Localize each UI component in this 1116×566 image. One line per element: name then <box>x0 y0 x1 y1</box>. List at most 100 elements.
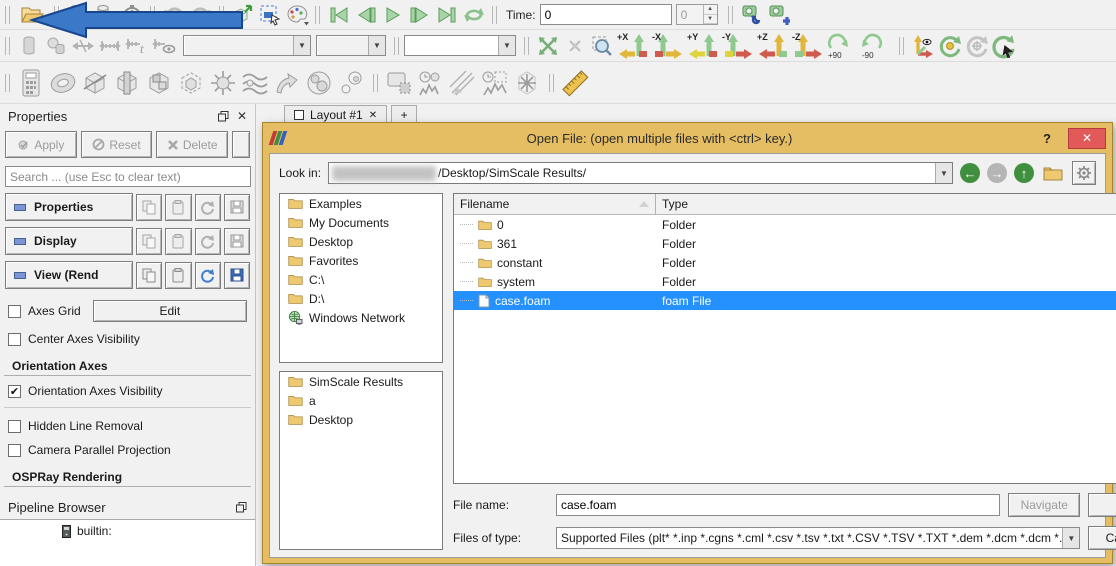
disconnect-server-icon[interactable] <box>91 2 118 28</box>
camera-parallel-projection-checkbox[interactable] <box>8 444 21 457</box>
section-view-button[interactable]: View (Rend <box>5 261 133 289</box>
time-index-spinner[interactable]: 0 ▲▼ <box>676 4 718 25</box>
set-view-plus-x-button[interactable]: +X <box>615 32 650 60</box>
play-icon[interactable] <box>379 2 406 28</box>
first-frame-icon[interactable] <box>325 2 352 28</box>
file-row[interactable]: system Folder <box>454 272 1116 291</box>
close-panel-icon[interactable]: ✕ <box>237 109 247 123</box>
float-pipeline-icon[interactable] <box>236 502 247 513</box>
up-folder-button[interactable]: ↑ <box>1014 163 1034 183</box>
reset-center-icon[interactable] <box>936 33 963 59</box>
place-item-network[interactable]: Windows Network <box>280 308 442 327</box>
float-panel-icon[interactable] <box>218 111 229 122</box>
section-properties-button[interactable]: Properties <box>5 193 133 221</box>
place-item[interactable]: Examples <box>280 194 442 213</box>
recent-list: SimScale Results a Desktop <box>279 371 443 550</box>
set-view-minus-y-button[interactable]: -Y <box>720 32 755 60</box>
place-item[interactable]: C:\ <box>280 270 442 289</box>
camera-add-icon[interactable] <box>765 2 792 28</box>
toolbar-grip[interactable] <box>219 6 224 24</box>
create-folder-icon[interactable] <box>1041 160 1065 186</box>
place-item[interactable]: Favorites <box>280 251 442 270</box>
recent-item[interactable]: SimScale Results <box>280 372 442 391</box>
hidden-line-removal-checkbox[interactable] <box>8 420 21 433</box>
ruler-icon[interactable] <box>559 66 591 100</box>
dialog-close-button[interactable]: ✕ <box>1068 128 1106 149</box>
set-view-minus-z-button[interactable]: -Z <box>790 32 825 60</box>
zoom-closest-icon[interactable] <box>990 33 1017 59</box>
toolbar-grip[interactable] <box>5 74 10 92</box>
toolbar-grip[interactable] <box>5 6 10 24</box>
type-column-header[interactable]: Type <box>656 194 1116 214</box>
set-view-plus-y-button[interactable]: +Y <box>685 32 720 60</box>
axes-grid-checkbox[interactable] <box>8 305 21 318</box>
last-frame-icon[interactable] <box>433 2 460 28</box>
recent-item[interactable]: a <box>280 391 442 410</box>
toolbar-grip[interactable] <box>5 37 10 55</box>
file-row[interactable]: 0 Folder <box>454 215 1116 234</box>
set-view-minus-x-button[interactable]: -X <box>650 32 685 60</box>
orientation-axes-visibility-checkbox[interactable]: ✔ <box>8 385 21 398</box>
look-in-combo[interactable]: /Desktop/SimScale Results/ ▼ <box>328 162 953 184</box>
files-of-type-dropdown-arrow[interactable]: ▼ <box>1062 528 1079 548</box>
toolbar-grip[interactable] <box>524 37 529 55</box>
toolbar-grip[interactable] <box>492 6 497 24</box>
toolbar-grip[interactable] <box>899 37 904 55</box>
center-axes-checkbox[interactable] <box>8 333 21 346</box>
filename-column-header[interactable]: Filename <box>454 194 656 214</box>
file-row[interactable]: 361 Folder <box>454 234 1116 253</box>
toolbar-grip[interactable] <box>728 6 733 24</box>
rotate-90-ccw-button[interactable]: -90 <box>859 32 893 60</box>
toolbar-grip[interactable] <box>315 6 320 24</box>
color-palette-icon[interactable] <box>283 2 310 28</box>
dialog-settings-gear-icon[interactable] <box>1072 161 1096 185</box>
copy-view-icon[interactable] <box>136 262 162 289</box>
ok-button[interactable]: OK <box>1088 493 1116 517</box>
timer-icon[interactable] <box>118 2 145 28</box>
toolbar-grip[interactable] <box>394 37 399 55</box>
paste-view-icon[interactable] <box>165 262 191 289</box>
place-item[interactable]: My Documents <box>280 213 442 232</box>
spinner-arrows[interactable]: ▲▼ <box>703 5 717 24</box>
back-button[interactable]: ← <box>960 163 980 183</box>
connect-server-icon[interactable] <box>64 2 91 28</box>
file-row[interactable]: constant Folder <box>454 253 1116 272</box>
cancel-button[interactable]: Cancel <box>1088 526 1116 550</box>
reload-view-icon[interactable] <box>195 262 221 289</box>
next-frame-icon[interactable] <box>406 2 433 28</box>
forward-button: → <box>987 163 1007 183</box>
reset-camera-icon[interactable] <box>534 33 561 59</box>
open-file-icon[interactable] <box>15 2 49 28</box>
zoom-to-box-icon[interactable] <box>588 33 615 59</box>
place-item[interactable]: Desktop <box>280 232 442 251</box>
time-input[interactable] <box>540 4 672 25</box>
dialog-help-button[interactable]: ? <box>1034 128 1060 148</box>
search-input[interactable] <box>5 166 251 187</box>
recent-item[interactable]: Desktop <box>280 410 442 429</box>
edit-axes-grid-button[interactable]: Edit <box>93 300 247 322</box>
toolbar-grip[interactable] <box>54 6 59 24</box>
place-item[interactable]: D:\ <box>280 289 442 308</box>
previous-frame-icon[interactable] <box>352 2 379 28</box>
section-display-button[interactable]: Display <box>5 227 133 255</box>
pipeline-item-builtin[interactable]: builtin: <box>62 524 255 538</box>
toolbar-grip[interactable] <box>549 74 554 92</box>
look-in-dropdown-arrow[interactable]: ▼ <box>935 163 952 183</box>
tab-close-icon[interactable]: ✕ <box>369 110 377 121</box>
loop-icon[interactable] <box>460 2 487 28</box>
reload-properties-icon <box>195 194 221 221</box>
set-view-plus-z-button[interactable]: +Z <box>755 32 790 60</box>
show-orientation-axes-icon[interactable] <box>909 33 936 59</box>
files-of-type-combo[interactable]: Supported Files (plt* *.inp *.cgns *.cml… <box>556 527 1080 549</box>
dialog-titlebar[interactable]: Open File: (open multiple files with <ct… <box>269 123 1106 153</box>
camera-adjust-icon[interactable] <box>738 2 765 28</box>
file-name-input[interactable] <box>556 494 1000 516</box>
representation-combo[interactable]: ▼ <box>404 35 516 56</box>
save-view-icon[interactable] <box>224 262 250 289</box>
toolbar-grip[interactable] <box>150 6 155 24</box>
file-row-selected[interactable]: case.foam foam File <box>454 291 1116 310</box>
toolbar-grip[interactable] <box>373 74 378 92</box>
rotate-90-cw-button[interactable]: +90 <box>825 32 859 60</box>
extract-data-icon[interactable] <box>229 2 256 28</box>
select-cells-icon[interactable] <box>256 2 283 28</box>
